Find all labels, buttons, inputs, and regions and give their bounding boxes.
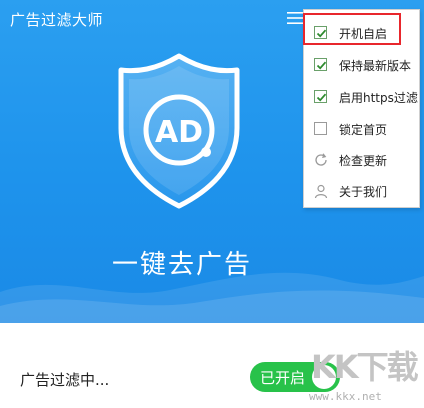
watermark: KK下载 www.kkx.net [307,340,424,408]
watermark-url: www.kkx.net [309,390,382,403]
settings-dropdown-menu: 开机自启 保持最新版本 启用https过滤 锁定首页 检查更新 关于我们 [303,9,420,208]
menu-item-label: 锁定首页 [339,123,388,137]
menu-item-lock-homepage[interactable]: 锁定首页 [304,114,419,145]
menu-item-check-update[interactable]: 检查更新 [304,145,419,176]
menu-item-label: 开机自启 [339,27,388,41]
check-icon [316,61,327,70]
https-filter-checkbox[interactable] [314,90,327,103]
autostart-checkbox[interactable] [314,26,327,39]
menu-item-label: 启用https过滤 [339,91,418,105]
logo-text: AD [155,115,203,150]
menu-item-label: 保持最新版本 [339,59,412,73]
filter-status-text: 广告过滤中... [20,371,110,389]
menu-icon[interactable] [286,10,304,26]
menu-item-label: 关于我们 [339,185,388,199]
shield-logo-icon: AD [118,53,240,209]
app-window: 广告过滤大师 AD 一键去广告 广告过滤中... 已开启 KK下载 www.kk… [0,0,424,408]
keep-latest-checkbox[interactable] [314,58,327,71]
menu-item-autostart[interactable]: 开机自启 [304,18,419,49]
slogan-text: 一键去广告 [111,250,252,280]
menu-item-https-filter[interactable]: 启用https过滤 [304,82,419,113]
refresh-icon [315,153,327,166]
user-icon [314,184,328,199]
menu-item-label: 检查更新 [339,154,388,168]
watermark-text: KK下载 [311,348,419,386]
check-icon [316,29,327,38]
toggle-label: 已开启 [260,369,306,387]
lock-homepage-checkbox[interactable] [314,122,327,135]
menu-item-about-us[interactable]: 关于我们 [304,176,419,207]
app-title: 广告过滤大师 [10,11,104,29]
check-icon [316,93,327,102]
menu-item-keep-latest[interactable]: 保持最新版本 [304,50,419,81]
